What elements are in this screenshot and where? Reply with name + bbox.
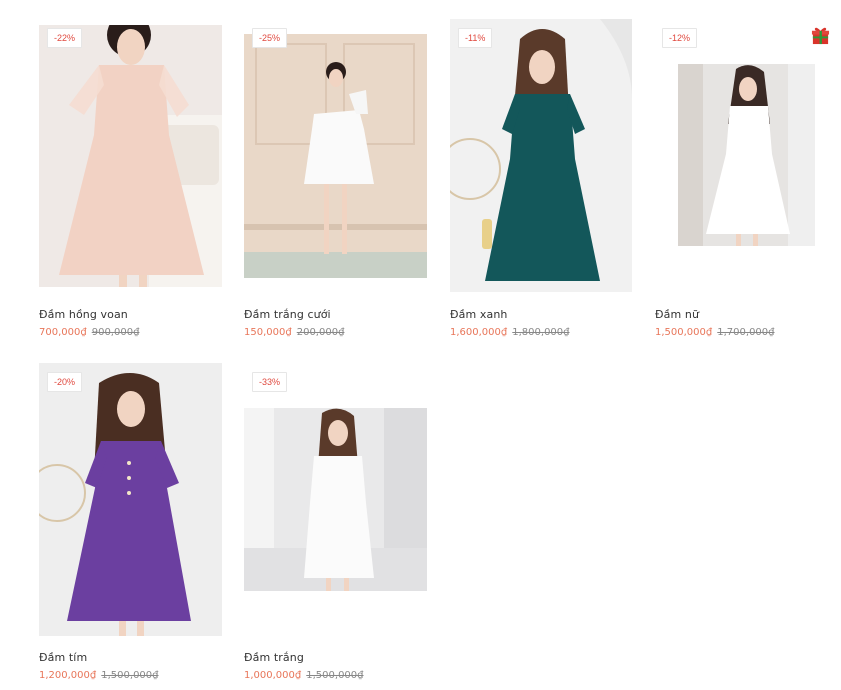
- sale-price: 1,600,000₫: [450, 327, 508, 338]
- product-name[interactable]: Đầm tím: [39, 651, 87, 664]
- sale-price: 1,200,000₫: [39, 670, 97, 681]
- product-prices: 1,500,000₫ 1,700,000₫: [655, 327, 775, 338]
- sale-price: 700,000₫: [39, 327, 87, 338]
- discount-badge: -33%: [252, 372, 288, 392]
- product-name[interactable]: Đầm nữ: [655, 308, 699, 321]
- original-price: 1,500,000₫: [101, 670, 159, 681]
- product-prices: 700,000₫ 900,000₫: [39, 327, 139, 338]
- product-name[interactable]: Đầm trắng: [244, 651, 304, 664]
- product-prices: 1,000,000₫ 1,500,000₫: [244, 670, 364, 681]
- original-price: 1,500,000₫: [306, 670, 364, 681]
- product-name[interactable]: Đầm xanh: [450, 308, 507, 321]
- discount-badge: -12%: [662, 28, 698, 48]
- product-name[interactable]: Đầm trắng cưới: [244, 308, 331, 321]
- gift-icon[interactable]: [811, 26, 830, 45]
- dress-photo: [39, 363, 222, 636]
- dress-photo: [244, 408, 427, 591]
- discount-badge: -22%: [47, 28, 83, 48]
- sale-price: 1,500,000₫: [655, 327, 713, 338]
- product-prices: 150,000₫ 200,000₫: [244, 327, 344, 338]
- original-price: 200,000₫: [296, 327, 345, 338]
- product-prices: 1,200,000₫ 1,500,000₫: [39, 670, 159, 681]
- product-image[interactable]: [39, 25, 222, 287]
- discount-badge: -25%: [252, 28, 288, 48]
- product-image[interactable]: [39, 363, 222, 636]
- sale-price: 150,000₫: [244, 327, 292, 338]
- dress-photo: [39, 25, 222, 287]
- original-price: 1,700,000₫: [717, 327, 775, 338]
- discount-badge: -20%: [47, 372, 83, 392]
- product-name[interactable]: Đầm hồng voan: [39, 308, 128, 321]
- original-price: 1,800,000₫: [512, 327, 570, 338]
- sale-price: 1,000,000₫: [244, 670, 302, 681]
- discount-badge: -11%: [458, 28, 493, 48]
- product-prices: 1,600,000₫ 1,800,000₫: [450, 327, 570, 338]
- dress-photo: [244, 34, 427, 278]
- product-image[interactable]: [244, 34, 427, 278]
- product-image[interactable]: [678, 64, 815, 246]
- dress-photo: [450, 19, 632, 292]
- original-price: 900,000₫: [91, 327, 140, 338]
- dress-photo: [678, 64, 815, 246]
- product-image[interactable]: [450, 19, 632, 292]
- product-image[interactable]: [244, 408, 427, 591]
